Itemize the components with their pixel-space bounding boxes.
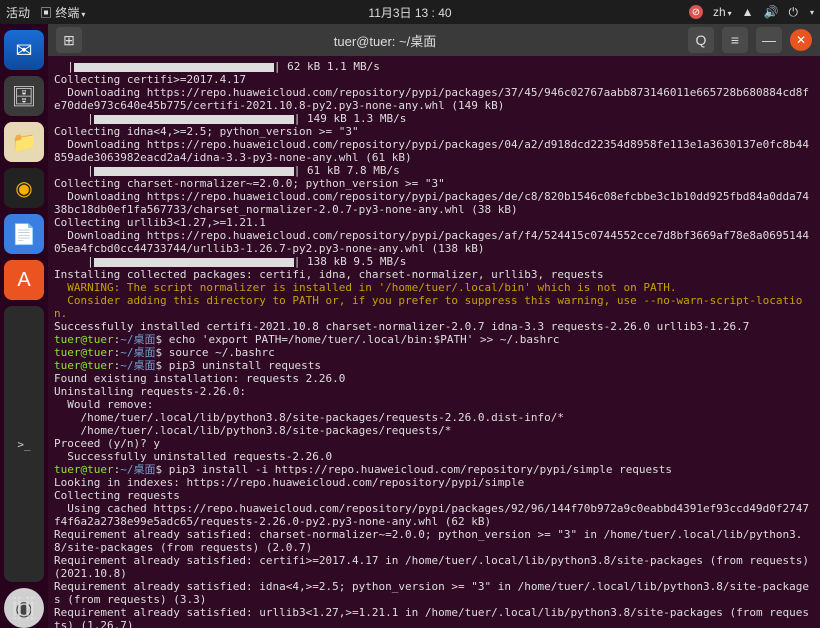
thunderbird-icon[interactable]: ✉: [4, 30, 44, 70]
app-menu[interactable]: ▣ 终端▾: [40, 4, 85, 21]
system-menu-icon[interactable]: ▾: [810, 8, 814, 17]
activities-button[interactable]: 活动: [6, 4, 30, 21]
do-not-disturb-icon[interactable]: ⊘: [689, 5, 703, 19]
show-apps-icon[interactable]: ⠿⠿⠿⠿⠿⠿: [11, 602, 36, 620]
network-icon[interactable]: ▲: [742, 5, 754, 19]
gnome-topbar: 活动 ▣ 终端▾ 11月3日 13 : 40 ⊘ zh▾ ▲ 🔊 ⏻ ▾: [0, 0, 820, 24]
search-button[interactable]: Q: [688, 27, 714, 53]
dock: ✉ 🗄 📁 ◉ 📄 A >_ ◉ ⠿⠿⠿⠿⠿⠿: [0, 24, 48, 628]
menu-button[interactable]: ≡: [722, 27, 748, 53]
minimize-button[interactable]: —: [756, 27, 782, 53]
progress-bar: [94, 167, 294, 176]
terminal-window: ⊞ tuer@tuer: ~/桌面 Q ≡ — ✕ || 62 kB 1.1 M…: [48, 24, 820, 628]
window-title: tuer@tuer: ~/桌面: [90, 31, 680, 50]
progress-bar: [74, 63, 274, 72]
volume-icon[interactable]: 🔊: [764, 5, 779, 19]
new-tab-button[interactable]: ⊞: [56, 27, 82, 53]
libreoffice-icon[interactable]: 📄: [4, 214, 44, 254]
terminal-output[interactable]: || 62 kB 1.1 MB/s Collecting certifi>=20…: [48, 56, 820, 628]
rhythmbox-icon[interactable]: ◉: [4, 168, 44, 208]
power-icon[interactable]: ⏻: [788, 5, 798, 20]
clock[interactable]: 11月3日 13 : 40: [368, 4, 451, 21]
progress-bar: [94, 258, 294, 267]
window-titlebar: ⊞ tuer@tuer: ~/桌面 Q ≡ — ✕: [48, 24, 820, 56]
progress-bar: [94, 115, 294, 124]
folder-icon[interactable]: 📁: [4, 122, 44, 162]
software-icon[interactable]: A: [4, 260, 44, 300]
files-icon[interactable]: 🗄: [4, 76, 44, 116]
input-method[interactable]: zh▾: [713, 5, 732, 19]
close-button[interactable]: ✕: [790, 29, 812, 51]
terminal-icon[interactable]: >_: [4, 306, 44, 582]
